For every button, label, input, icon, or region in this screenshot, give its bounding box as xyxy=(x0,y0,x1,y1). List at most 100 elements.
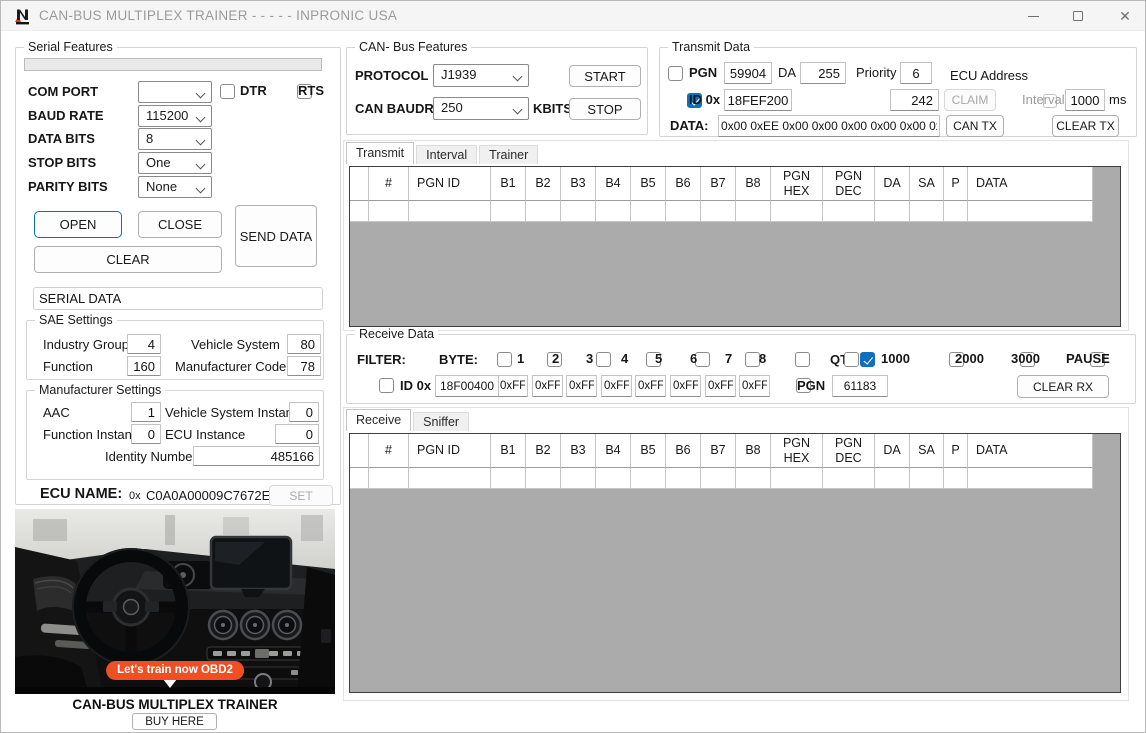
aac-label: AAC xyxy=(43,405,70,420)
tx-id-field[interactable] xyxy=(724,89,792,111)
grid-cell xyxy=(350,201,369,222)
row-selector-header[interactable] xyxy=(350,167,369,201)
column-header-b8[interactable]: B8 xyxy=(736,434,771,468)
grid-cell xyxy=(491,201,526,222)
can-tx-button[interactable]: CAN TX xyxy=(946,115,1004,137)
data-bits-select[interactable]: 8 xyxy=(138,128,212,150)
maximize-button[interactable] xyxy=(1056,1,1100,31)
vehicle-system-field[interactable] xyxy=(287,334,321,354)
set-button[interactable]: SET xyxy=(269,485,333,506)
column-header-b4[interactable]: B4 xyxy=(596,434,631,468)
column-header-pgn-id[interactable]: PGN ID xyxy=(409,434,491,468)
stop-bits-select[interactable]: One xyxy=(138,152,212,174)
rx-id-field[interactable] xyxy=(435,375,499,397)
tx-priority-field[interactable] xyxy=(900,62,932,84)
qty-checkbox-1000[interactable] xyxy=(860,352,875,367)
column-header-da[interactable]: DA xyxy=(875,167,910,201)
column-header-b3[interactable]: B3 xyxy=(561,167,596,201)
row-selector-header[interactable] xyxy=(350,434,369,468)
function-instance-field[interactable] xyxy=(131,424,161,444)
grid-cell xyxy=(701,201,736,222)
column-header--[interactable]: # xyxy=(369,167,409,201)
grid-cell xyxy=(666,201,701,222)
tx-da-field[interactable] xyxy=(800,62,846,84)
tx-data-label: DATA: xyxy=(670,118,709,133)
close-port-button[interactable]: CLOSE xyxy=(138,211,222,238)
ecu-instance-field[interactable] xyxy=(275,424,319,444)
claim-button[interactable]: CLAIM xyxy=(944,89,996,111)
column-header-pgn-dec[interactable]: PGN DEC xyxy=(823,167,875,201)
column-header-p[interactable]: P xyxy=(944,167,968,201)
aac-field[interactable] xyxy=(131,402,161,422)
column-header-b3[interactable]: B3 xyxy=(561,434,596,468)
column-header-b1[interactable]: B1 xyxy=(491,434,526,468)
column-header-b2[interactable]: B2 xyxy=(526,434,561,468)
column-header-pgn-hex[interactable]: PGN HEX xyxy=(771,434,823,468)
clear-rx-button[interactable]: CLEAR RX xyxy=(1017,375,1109,398)
column-header-b5[interactable]: B5 xyxy=(631,167,666,201)
dtr-label: DTR xyxy=(240,83,267,98)
grid-cell xyxy=(666,468,701,489)
column-header-b7[interactable]: B7 xyxy=(701,167,736,201)
manufacturer-code-field[interactable] xyxy=(287,356,321,376)
send-data-button[interactable]: SEND DATA xyxy=(235,205,317,267)
column-header-b2[interactable]: B2 xyxy=(526,167,561,201)
tab-interval[interactable]: Interval xyxy=(416,145,477,164)
tab-trainer[interactable]: Trainer xyxy=(479,145,538,164)
column-header-pgn-hex[interactable]: PGN HEX xyxy=(771,167,823,201)
column-header-b1[interactable]: B1 xyxy=(491,167,526,201)
column-header-b5[interactable]: B5 xyxy=(631,434,666,468)
column-header-da[interactable]: DA xyxy=(875,434,910,468)
identity-number-field[interactable] xyxy=(193,446,320,466)
column-header-p[interactable]: P xyxy=(944,434,968,468)
dtr-checkbox[interactable] xyxy=(220,84,235,99)
serial-features-legend: Serial Features xyxy=(24,40,117,54)
grid-cell xyxy=(875,468,910,489)
column-header-data[interactable]: DATA xyxy=(968,167,1093,201)
function-field[interactable] xyxy=(127,356,161,376)
clear-tx-button[interactable]: CLEAR TX xyxy=(1052,115,1119,137)
tab-transmit[interactable]: Transmit xyxy=(346,142,414,164)
receive-grid: #PGN IDB1B2B3B4B5B6B7B8PGN HEXPGN DECDAS… xyxy=(349,433,1121,693)
buy-here-button[interactable]: BUY HERE xyxy=(132,713,217,730)
column-header-pgn-id[interactable]: PGN ID xyxy=(409,167,491,201)
column-header--[interactable]: # xyxy=(369,434,409,468)
rx-pgn-field[interactable] xyxy=(832,375,888,397)
column-header-b7[interactable]: B7 xyxy=(701,434,736,468)
column-header-sa[interactable]: SA xyxy=(910,434,944,468)
grid-cell xyxy=(823,201,875,222)
tx-pgn-checkbox[interactable] xyxy=(668,66,683,81)
industry-group-field[interactable] xyxy=(127,334,161,354)
can-baudrate-select[interactable]: 250 xyxy=(433,97,529,120)
tab-sniffer[interactable]: Sniffer xyxy=(413,412,469,431)
column-header-b8[interactable]: B8 xyxy=(736,167,771,201)
start-button[interactable]: START xyxy=(569,65,641,87)
protocol-select[interactable]: J1939 xyxy=(433,64,529,87)
column-header-pgn-dec[interactable]: PGN DEC xyxy=(823,434,875,468)
stop-button[interactable]: STOP xyxy=(569,98,641,120)
promo-badge[interactable]: Let's train now OBD2 xyxy=(106,661,244,680)
tab-receive[interactable]: Receive xyxy=(346,409,411,431)
com-port-select[interactable] xyxy=(138,81,212,103)
parity-bits-select[interactable]: None xyxy=(138,176,212,198)
interval-field[interactable] xyxy=(1065,89,1105,111)
rx-id-checkbox[interactable] xyxy=(379,378,394,393)
grid-cell xyxy=(910,468,944,489)
promo-image[interactable]: Let's train now OBD2 xyxy=(15,509,335,694)
serial-data-field[interactable] xyxy=(33,287,323,310)
vehicle-system-instance-field[interactable] xyxy=(289,402,319,422)
open-button[interactable]: OPEN xyxy=(34,211,122,238)
tx-pgn-field[interactable] xyxy=(724,62,772,84)
clear-button[interactable]: CLEAR xyxy=(34,246,222,273)
tx-data-field[interactable] xyxy=(718,115,940,137)
close-button[interactable]: ✕ xyxy=(1103,1,1146,31)
column-header-b6[interactable]: B6 xyxy=(666,434,701,468)
column-header-sa[interactable]: SA xyxy=(910,167,944,201)
ecu-address-field[interactable] xyxy=(890,89,939,111)
column-header-b6[interactable]: B6 xyxy=(666,167,701,201)
column-header-b4[interactable]: B4 xyxy=(596,167,631,201)
column-header-data[interactable]: DATA xyxy=(968,434,1093,468)
baud-rate-select[interactable]: 115200 xyxy=(138,105,212,127)
transmit-data-legend: Transmit Data xyxy=(668,40,754,54)
minimize-button[interactable] xyxy=(1011,1,1055,31)
